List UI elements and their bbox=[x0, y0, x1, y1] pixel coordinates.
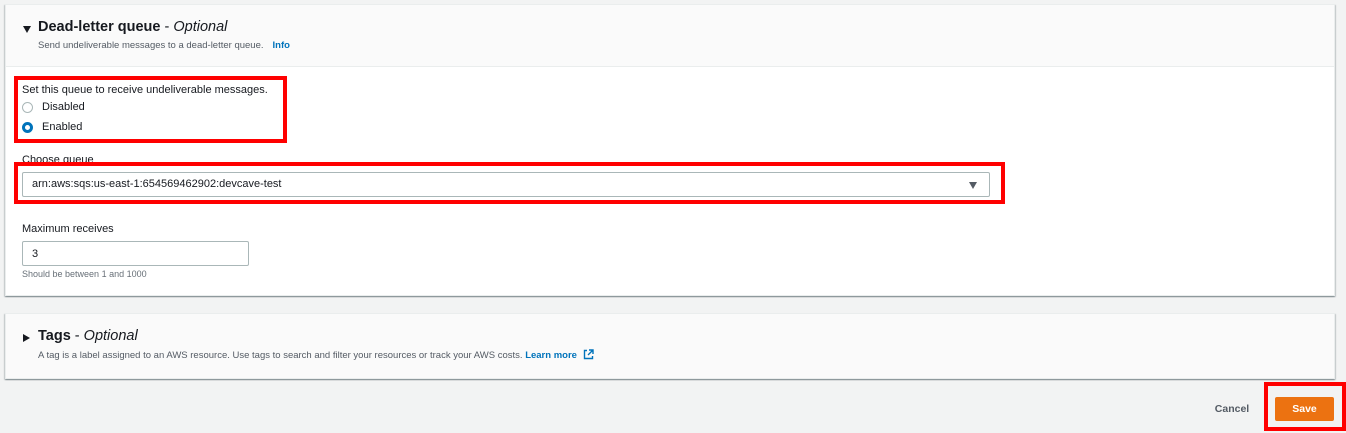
caret-right-icon[interactable] bbox=[23, 334, 30, 342]
radio-enabled[interactable]: Enabled bbox=[22, 119, 82, 135]
save-button[interactable]: Save bbox=[1275, 397, 1334, 421]
external-link-icon[interactable] bbox=[583, 349, 594, 360]
tags-panel: Tags - Optional A tag is a label assigne… bbox=[5, 313, 1335, 379]
radio-disabled[interactable]: Disabled bbox=[22, 99, 85, 115]
maximum-receives-label: Maximum receives bbox=[22, 223, 114, 235]
queue-select-value: arn:aws:sqs:us-east-1:654569462902:devca… bbox=[32, 178, 282, 190]
tags-header[interactable]: Tags - Optional A tag is a label assigne… bbox=[6, 314, 1334, 378]
info-link[interactable]: Info bbox=[273, 40, 290, 51]
tags-title: Tags - Optional bbox=[38, 328, 138, 344]
dead-letter-queue-header[interactable]: Dead-letter queue - Optional Send undeli… bbox=[6, 5, 1334, 67]
optional-label: Optional bbox=[173, 19, 228, 35]
radio-enabled-control[interactable] bbox=[22, 121, 33, 133]
dead-letter-queue-title: Dead-letter queue - Optional bbox=[38, 19, 228, 35]
caret-down-icon[interactable] bbox=[23, 26, 31, 33]
learn-more-link[interactable]: Learn more bbox=[525, 350, 577, 361]
dead-letter-queue-panel: Dead-letter queue - Optional Send undeli… bbox=[5, 4, 1335, 296]
queue-select[interactable]: arn:aws:sqs:us-east-1:654569462902:devca… bbox=[22, 172, 990, 197]
choose-queue-label: Choose queue bbox=[22, 154, 94, 166]
maximum-receives-hint: Should be between 1 and 1000 bbox=[22, 269, 147, 279]
receive-undeliverable-label: Set this queue to receive undeliverable … bbox=[22, 84, 268, 96]
radio-disabled-label: Disabled bbox=[42, 101, 85, 113]
optional-label: Optional bbox=[83, 328, 138, 344]
dead-letter-queue-description: Send undeliverable messages to a dead-le… bbox=[38, 40, 290, 51]
tags-description: A tag is a label assigned to an AWS reso… bbox=[38, 349, 594, 361]
maximum-receives-input[interactable] bbox=[22, 241, 249, 266]
radio-enabled-label: Enabled bbox=[42, 121, 83, 133]
triangle-down-icon bbox=[969, 182, 977, 189]
radio-disabled-control[interactable] bbox=[22, 101, 33, 113]
cancel-button[interactable]: Cancel bbox=[1203, 398, 1261, 420]
